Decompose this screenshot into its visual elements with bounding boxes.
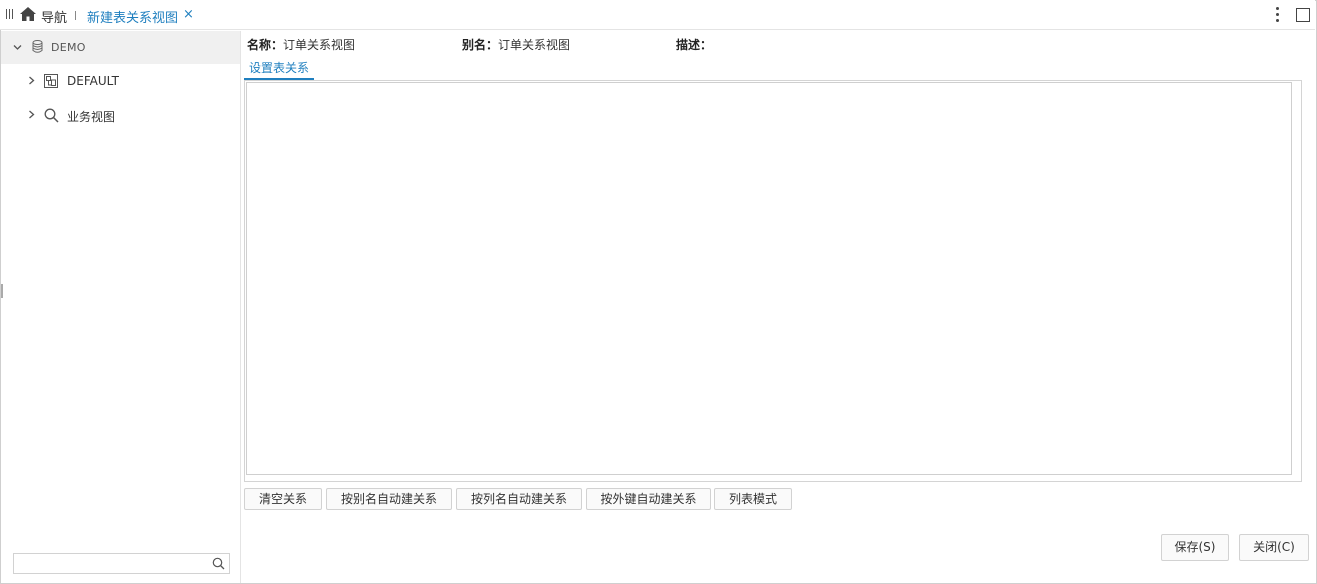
auto-relate-by-alias-button[interactable]: 按别名自动建关系 [326,488,452,510]
sidebar-search [13,553,230,574]
tab-set-relations[interactable]: 设置表关系 [244,60,315,80]
tree-node-demo[interactable]: DEMO [1,31,240,64]
sidebar: DEMO DEFAULT 业务视图 [1,31,241,583]
name-label: 名称： [247,38,284,52]
sidebar-search-input[interactable] [14,554,204,573]
tree-node-label: DEMO [51,41,86,54]
description-field: 描述： [676,36,712,53]
tree-node-default[interactable]: DEFAULT [1,65,240,99]
chevron-down-icon[interactable] [13,43,22,52]
tree-node-business-view[interactable]: 业务视图 [1,99,240,133]
tab-close-icon[interactable]: × [183,7,194,22]
chevron-right-icon[interactable] [28,110,35,119]
name-value: 订单关系视图 [283,38,356,52]
database-icon [32,40,43,53]
relation-canvas-container [244,80,1302,482]
name-field: 名称：订单关系视图 [247,36,355,53]
alias-value: 订单关系视图 [498,38,571,52]
save-button[interactable]: 保存(S) [1161,534,1229,561]
menu-grip-icon[interactable] [6,9,15,19]
close-button[interactable]: 关闭(C) [1239,534,1309,561]
clear-relations-button[interactable]: 清空关系 [244,488,322,510]
tab-navigation[interactable]: 导航 [41,7,67,26]
main-panel: 名称：订单关系视图 别名：订单关系视图 描述： 设置表关系 清空关系 按别名自动… [242,31,1315,583]
more-menu-icon[interactable] [1275,7,1279,23]
auto-relate-by-foreign-key-button[interactable]: 按外键自动建关系 [586,488,711,510]
relation-canvas[interactable] [246,82,1292,475]
tab-separator [75,11,76,20]
alias-field: 别名：订单关系视图 [462,36,570,53]
alias-label: 别名： [462,38,499,52]
tree-node-label: DEFAULT [67,74,119,88]
list-mode-button[interactable]: 列表模式 [714,488,792,510]
schema-icon [44,74,58,88]
search-icon [44,108,59,123]
description-label: 描述： [676,38,713,52]
tab-new-relation-view[interactable]: 新建表关系视图 [87,7,178,26]
tab-bar: 导航 新建表关系视图 × [0,0,1315,30]
chevron-right-icon[interactable] [28,76,35,85]
canvas-scrollbar[interactable] [1292,82,1300,475]
auto-relate-by-column-button[interactable]: 按列名自动建关系 [456,488,582,510]
tree-node-label: 业务视图 [67,110,116,124]
home-icon[interactable] [20,7,36,21]
sidebar-resize-handle[interactable] [1,284,3,298]
maximize-icon[interactable] [1296,8,1310,22]
search-icon[interactable] [212,557,225,570]
